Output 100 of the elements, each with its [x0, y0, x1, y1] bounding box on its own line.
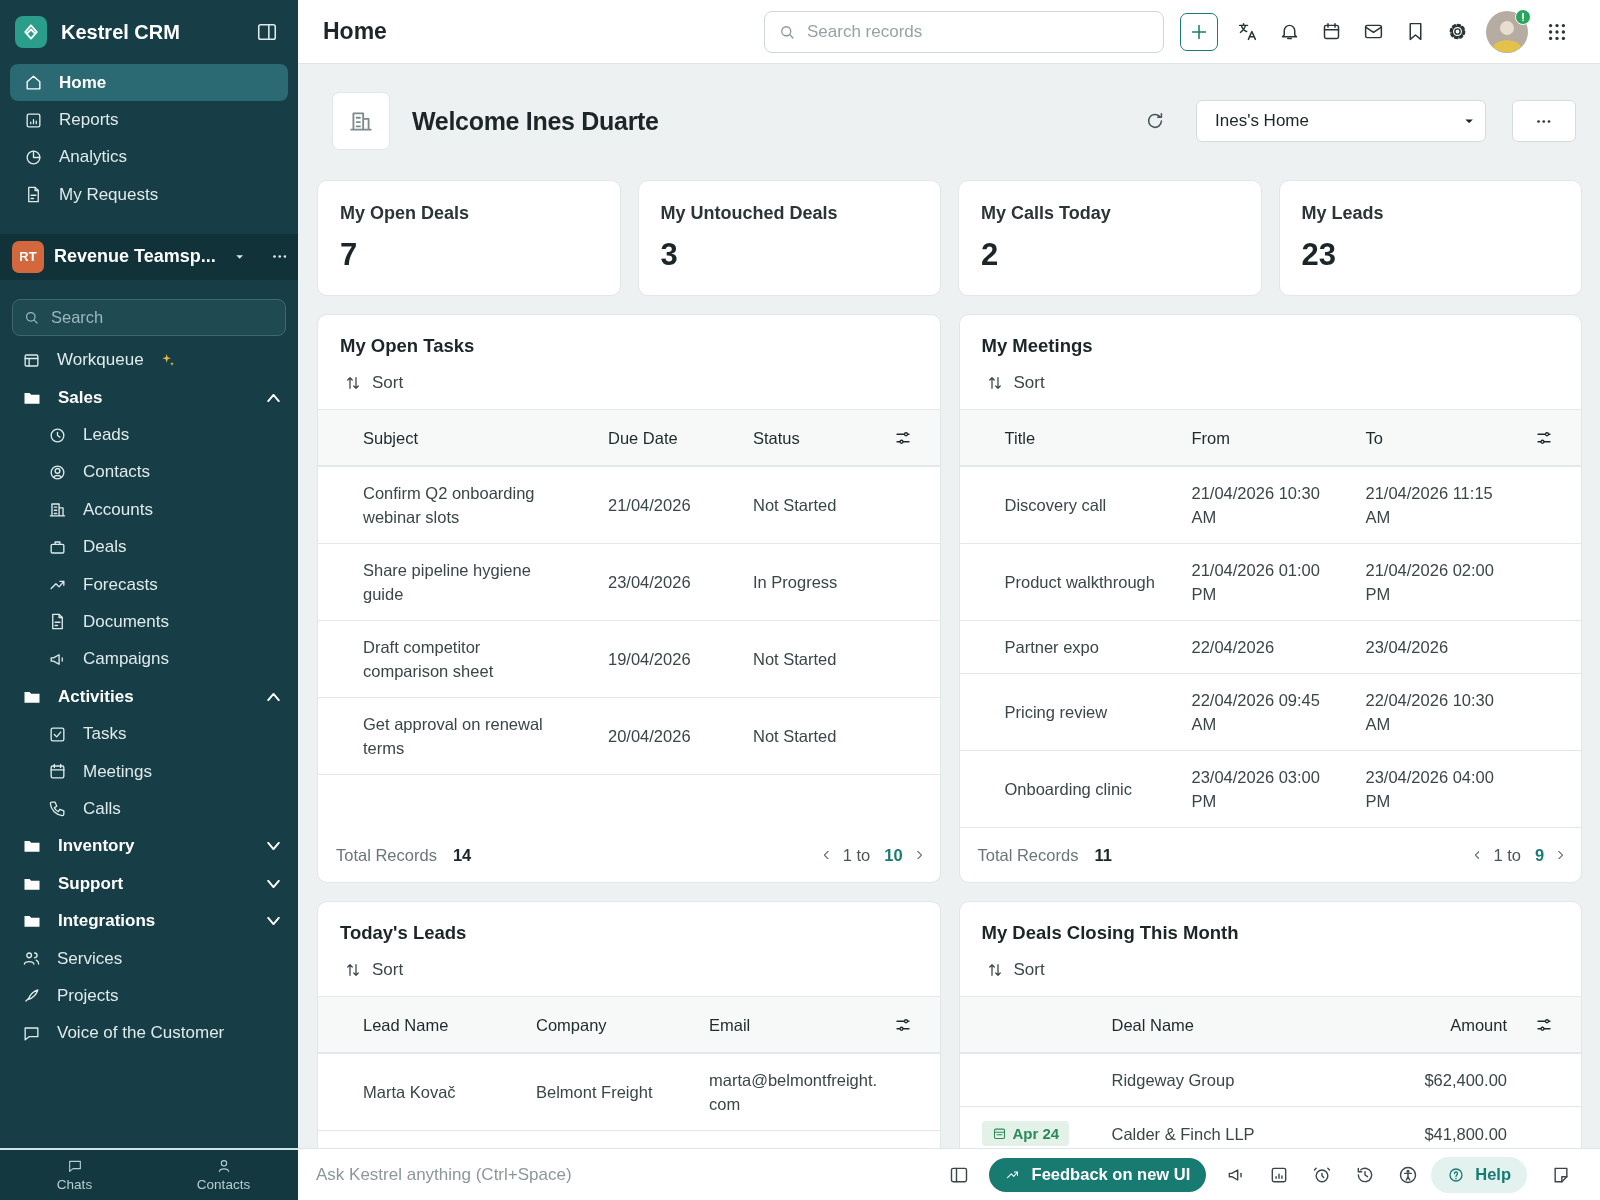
sidebar-group[interactable]: Inventory [0, 827, 298, 866]
search-field[interactable]: Search [12, 298, 286, 336]
item-icon [48, 500, 67, 520]
more-icon [1537, 119, 1551, 123]
table-cell-text: 23/04/2026 [1365, 637, 1450, 658]
chevron-left-icon [1474, 850, 1480, 860]
nav-item[interactable]: Analytics [10, 138, 288, 177]
page-range: 1 to [842, 845, 871, 865]
stat-value: 3 [660, 237, 678, 273]
footer-tab[interactable]: Chats [0, 1150, 149, 1200]
workspace-switcher[interactable]: RT Revenue Teamsp... [0, 233, 298, 280]
table-cell-text: Not Started [753, 649, 838, 670]
nav-item[interactable]: Reports [10, 101, 288, 139]
column-header[interactable]: To [1365, 425, 1521, 450]
sort-button[interactable]: Sort [344, 373, 404, 393]
home-icon [24, 73, 43, 93]
sidebar-item[interactable]: Contacts [0, 453, 298, 492]
sort-button[interactable]: Sort [344, 960, 404, 980]
sort-icon [344, 374, 362, 392]
table-cell-text: Product walkthrough [1004, 572, 1156, 593]
prev-page-button[interactable] [1474, 850, 1480, 860]
chevron-right-icon [1558, 850, 1563, 860]
footer-tab[interactable]: Contacts [149, 1150, 298, 1200]
sidebar-item[interactable]: Workqueue [0, 341, 298, 379]
column-header[interactable]: From [1191, 425, 1366, 450]
table-cell-text: $62,400.00 [1423, 1070, 1508, 1091]
calendar-icon [991, 1126, 1007, 1141]
caret-icon [1464, 118, 1473, 124]
item-icon [48, 425, 67, 445]
nav-item[interactable]: My Requests [10, 176, 288, 214]
column-header[interactable]: Deal Name [1111, 1012, 1353, 1037]
sidebar-item[interactable]: Tasks [0, 715, 298, 753]
column-header[interactable]: Due Date [608, 425, 753, 450]
column-header[interactable]: Email [709, 1012, 892, 1037]
column-header[interactable]: Lead Name [363, 1012, 536, 1037]
sidebar-item[interactable]: Accounts [0, 491, 298, 529]
panel-toggle-icon[interactable] [256, 21, 278, 43]
app-name: Kestrel CRM [61, 20, 181, 44]
table-cell-text: 22/04/2026 09:45 AM [1191, 690, 1321, 735]
table-cell-text: 21/04/2026 10:30 AM [1191, 483, 1321, 528]
page-end: 9 [1534, 845, 1545, 865]
accessibility-icon[interactable] [1397, 1164, 1418, 1185]
translate-icon[interactable] [1236, 21, 1258, 42]
more-icon[interactable] [272, 255, 286, 259]
table-cell-text: Not Started [753, 726, 838, 747]
workspace-name: Revenue Teamsp... [54, 246, 216, 268]
sidebar-item[interactable]: Forecasts [0, 565, 298, 604]
add-button[interactable] [1180, 12, 1218, 51]
table-cell-text: $41,800.00 [1423, 1123, 1508, 1145]
total-label: Total Records [977, 845, 1079, 865]
table-cell-text: Confirm Q2 onboarding webinar slots [363, 483, 536, 528]
table-cell-text: In Progress [753, 572, 839, 593]
view-dropdown[interactable]: Ines's Home [1196, 100, 1486, 142]
sidebar-item[interactable]: Meetings [0, 752, 298, 791]
sidebar-item[interactable]: Deals [0, 528, 298, 566]
column-header[interactable]: Company [536, 1012, 709, 1037]
table-cell-text: Ridgeway Group [1111, 1070, 1236, 1091]
table-cell-text: 21/04/2026 [608, 495, 692, 516]
table-cell-text: Marta Kovač [363, 1082, 457, 1103]
panel-title: My Meetings [981, 335, 1093, 357]
sidebar-item[interactable]: Projects [0, 977, 298, 1015]
next-page-button[interactable] [1558, 850, 1563, 860]
sort-icon [344, 961, 362, 979]
stat-value: 23 [1301, 237, 1336, 273]
caret-icon[interactable] [235, 254, 244, 259]
report-icon [24, 110, 43, 130]
sidebar-group[interactable]: Support [0, 865, 298, 903]
feedback-button[interactable]: Feedback on new UI [988, 1157, 1207, 1192]
sidebar-item[interactable]: Leads [0, 416, 298, 454]
sidebar-item[interactable]: Campaigns [0, 640, 298, 679]
sort-button[interactable]: Sort [985, 373, 1045, 393]
total-count: 11 [1094, 845, 1112, 865]
sidebar-item[interactable]: Services [0, 939, 298, 978]
table-cell-text: Share pipeline hygiene guide [363, 560, 532, 605]
help-button[interactable]: Help [1431, 1156, 1527, 1193]
sidebar-group[interactable]: Activities [0, 678, 298, 716]
sidebar-item[interactable]: Documents [0, 603, 298, 641]
notification-badge [1515, 8, 1531, 25]
prev-page-button[interactable] [823, 850, 829, 860]
column-header[interactable]: Status [753, 425, 880, 450]
table-cell-text: marta@belmontfreight.com [709, 1070, 879, 1115]
sidebar-item[interactable]: Calls [0, 790, 298, 828]
table-cell-text: 22/04/2026 10:30 AM [1365, 690, 1495, 735]
stat-label: My Calls Today [981, 203, 1111, 224]
table-cell-text: Pricing review [1004, 702, 1109, 723]
date-tag: Apr 24 [981, 1121, 1070, 1146]
stat-value: 7 [340, 237, 358, 273]
sidebar-group[interactable]: Integrations [0, 902, 298, 940]
sort-button[interactable]: Sort [985, 960, 1045, 980]
nav-item[interactable]: Home [10, 64, 288, 102]
column-header[interactable]: Title [1004, 425, 1192, 450]
column-header[interactable]: Amount [1353, 1012, 1533, 1037]
sidebar-group[interactable]: Sales [0, 378, 298, 417]
table-cell-text: 23/04/2026 [608, 572, 692, 593]
table-cell-text: Belmont Freight [536, 1082, 654, 1103]
sidebar-item[interactable]: Voice of the Customer [0, 1014, 298, 1052]
item-icon [48, 724, 67, 744]
next-page-button[interactable] [916, 850, 922, 860]
column-header[interactable]: Subject [363, 425, 608, 450]
stat-label: My Leads [1301, 203, 1384, 224]
